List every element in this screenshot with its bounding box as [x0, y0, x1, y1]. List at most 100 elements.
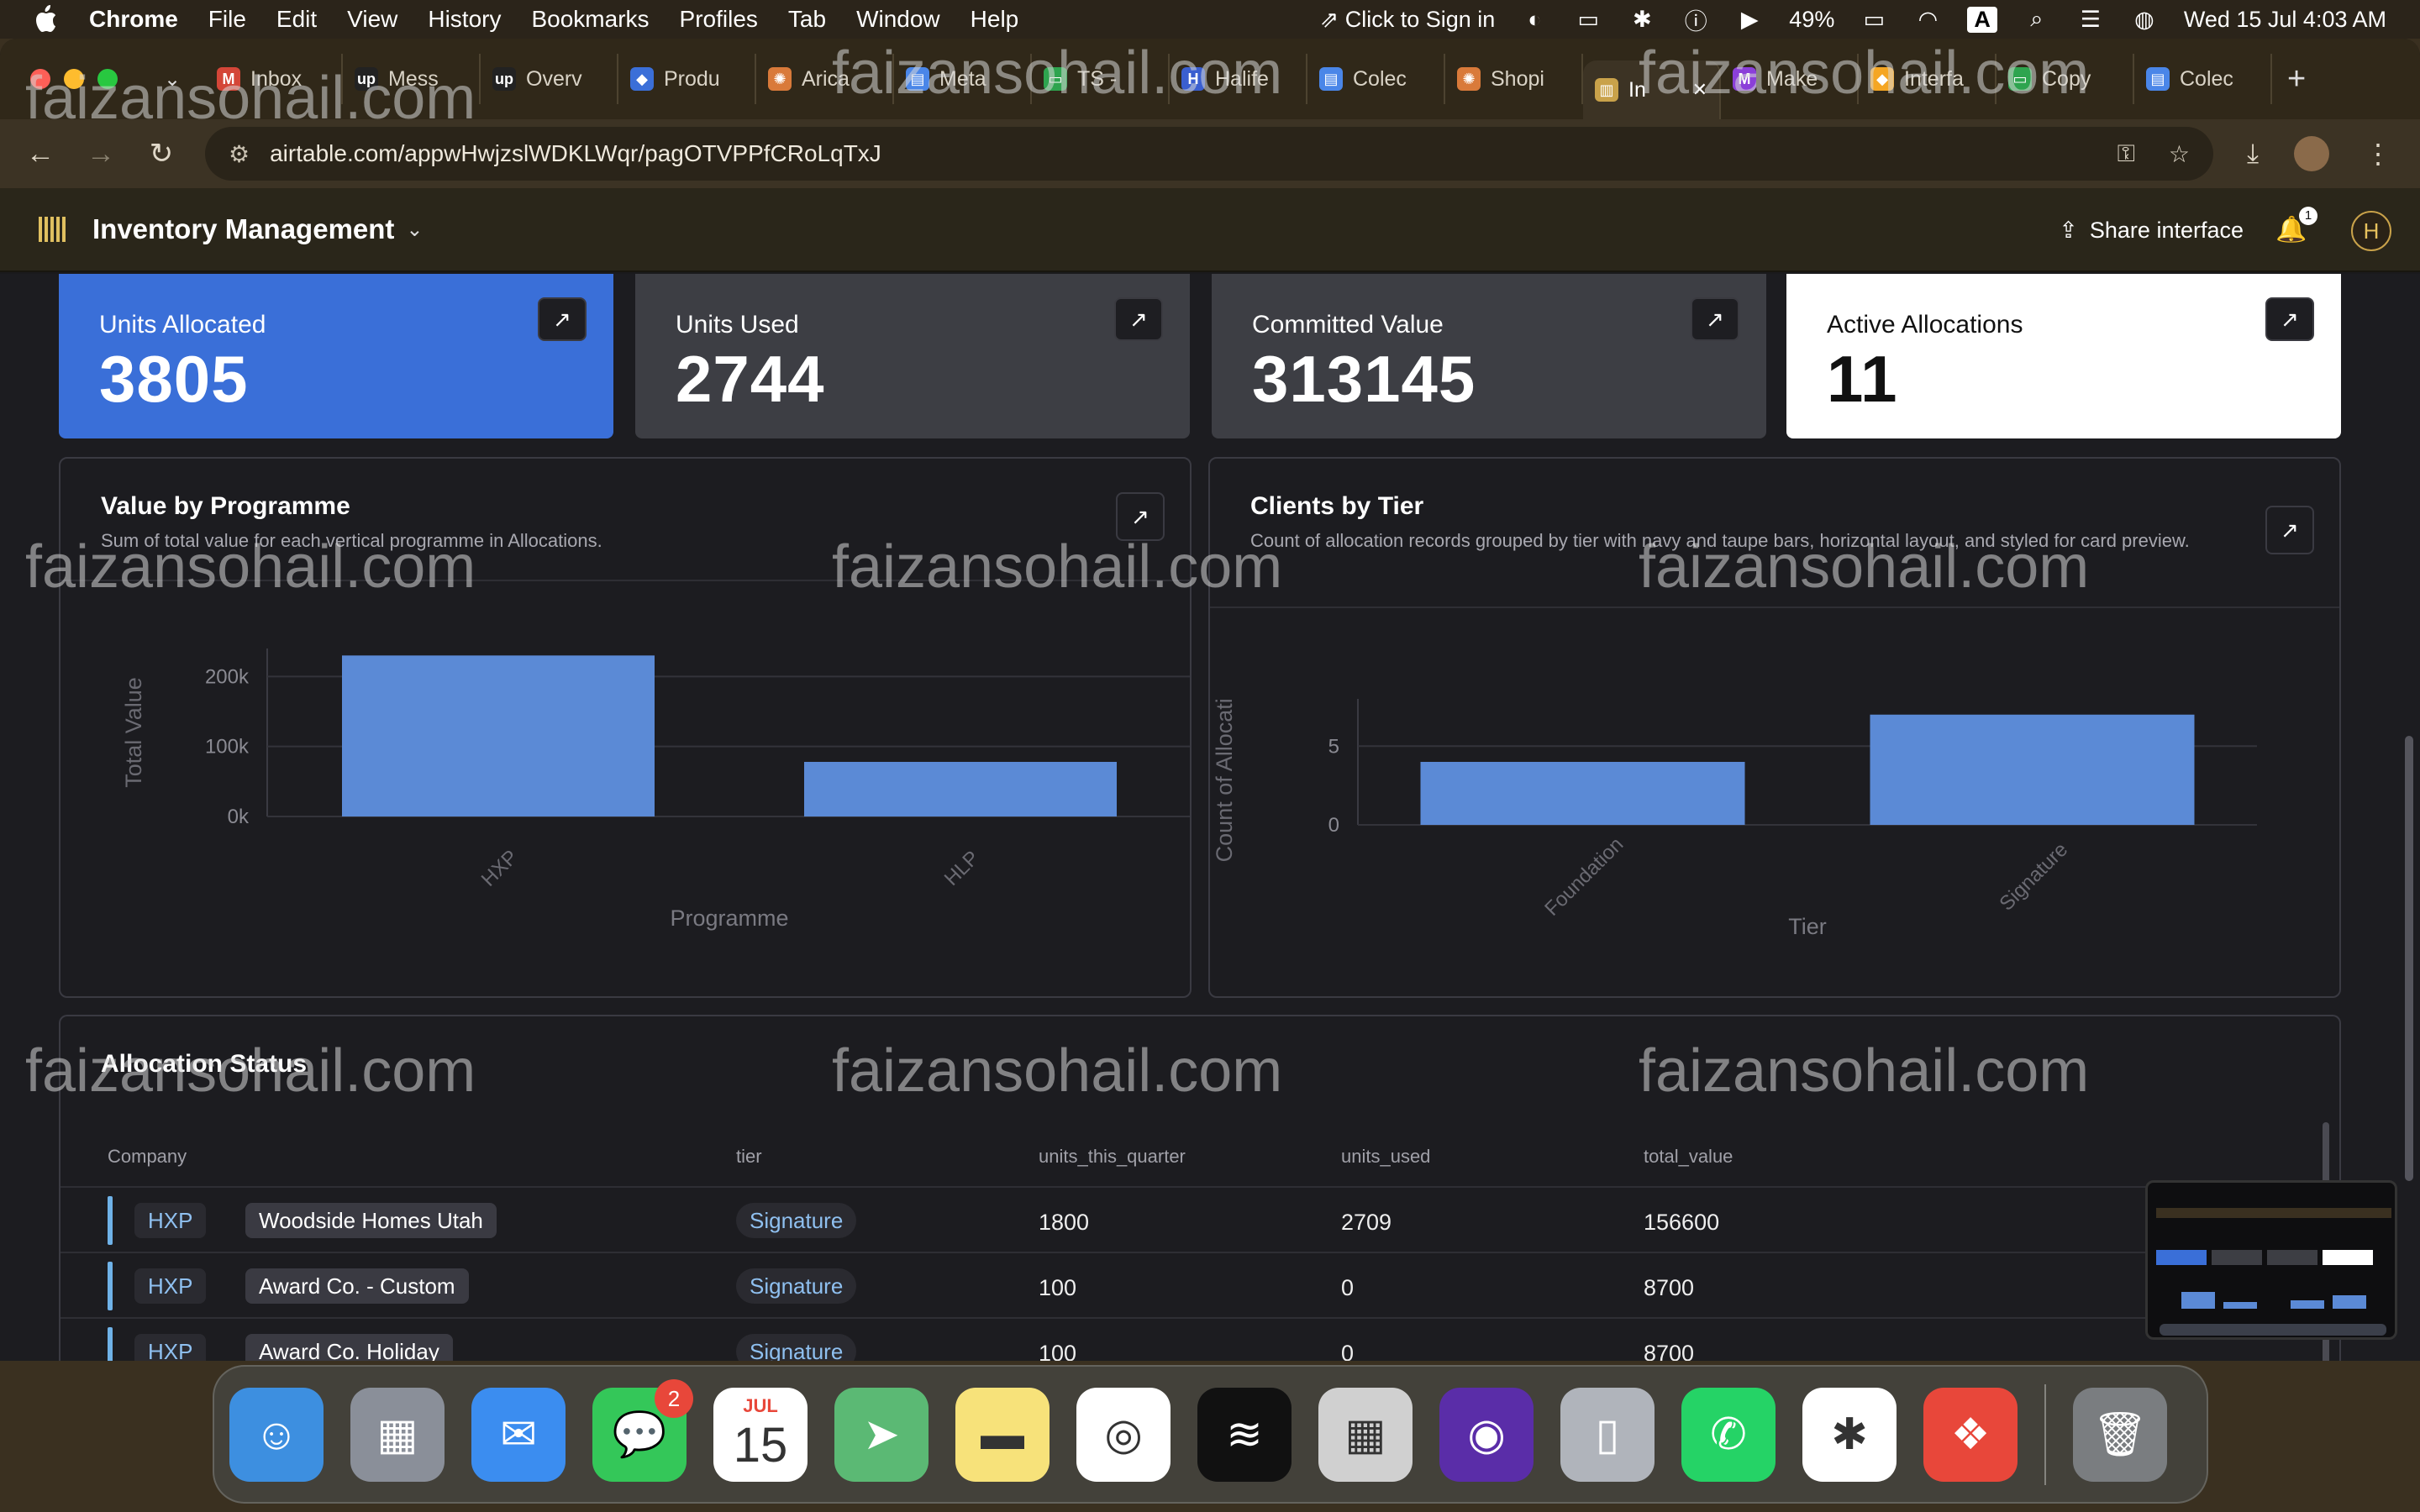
table-row[interactable]: HXP Award Co. Holiday Signature 100 0 8700 — [60, 1317, 2321, 1361]
browser-tab[interactable]: ▤ Colec — [1307, 54, 1445, 104]
menu-app-name[interactable]: Chrome — [89, 6, 178, 33]
notifications-bell-icon[interactable]: 🔔 1 — [2275, 207, 2317, 245]
menu-file[interactable]: File — [208, 6, 246, 33]
tab-label: Colec — [1353, 66, 1407, 91]
browser-tab[interactable]: ▤ Meta — [894, 54, 1032, 104]
dock-maps-icon[interactable]: ➤ — [834, 1387, 929, 1482]
dock-anydesk-icon[interactable]: ❖ — [1923, 1387, 2018, 1482]
minimize-window-button[interactable] — [64, 69, 84, 89]
menu-help[interactable]: Help — [971, 6, 1019, 33]
display-icon[interactable]: ▭ — [1574, 7, 1602, 32]
browser-tab[interactable]: ◆ Interfa — [1859, 54, 1996, 104]
menu-edit[interactable]: Edit — [276, 6, 317, 33]
url-text[interactable]: airtable.com/appwHwjzslWDKLWqr/pagOTVPPf… — [270, 140, 881, 167]
dock-mail-icon[interactable]: ✉ — [471, 1387, 566, 1482]
expand-arrow-icon[interactable]: ↗ — [2265, 506, 2314, 554]
focus-icon[interactable]: ◐ — [1520, 7, 1549, 32]
browser-tab[interactable]: ✺ Shopi — [1445, 54, 1583, 104]
stat-card[interactable]: Active Allocations 11 ↗ — [1786, 274, 2341, 438]
more-menu-icon[interactable]: ⋮ — [2365, 138, 2391, 170]
dock-spotify-icon[interactable]: ≋ — [1197, 1387, 1292, 1482]
download-icon[interactable]: ⤓ — [2247, 138, 2259, 170]
tab-search-button[interactable]: ⌄ — [151, 58, 193, 100]
browser-tab[interactable]: H Halife — [1170, 54, 1307, 104]
wifi-icon[interactable]: ◠ — [1913, 7, 1942, 32]
dock-launchpad-icon[interactable]: ▦ — [350, 1387, 445, 1482]
expand-arrow-icon[interactable]: ↗ — [1114, 297, 1163, 341]
expand-arrow-icon[interactable]: ↗ — [1691, 297, 1739, 341]
play-icon[interactable]: ▶ — [1735, 7, 1764, 32]
app-title[interactable]: Inventory Management — [92, 213, 394, 245]
column-header-units-this-quarter[interactable]: units_this_quarter — [1039, 1146, 1186, 1168]
menu-datetime[interactable]: Wed 15 Jul 4:03 AM — [2184, 7, 2386, 33]
share-interface-button[interactable]: ⇪ Share interface — [2059, 188, 2244, 272]
browser-tab[interactable]: ✺ Arica — [756, 54, 894, 104]
input-source[interactable]: A — [1967, 6, 1997, 33]
dock-chrome-icon[interactable]: ◎ — [1076, 1387, 1171, 1482]
column-header-units-used[interactable]: units_used — [1341, 1146, 1430, 1168]
vertical-scrollbar[interactable] — [2405, 736, 2413, 1181]
browser-tab[interactable]: ▭ TS - — [1032, 54, 1170, 104]
column-header-total-value[interactable]: total_value — [1644, 1146, 1733, 1168]
menu-tab[interactable]: Tab — [788, 6, 826, 33]
dock-iphone-mirroring-icon[interactable]: ▯ — [1560, 1387, 1655, 1482]
zoom-window-button[interactable] — [97, 69, 118, 89]
dock-calendar-icon[interactable]: JUL 15 — [713, 1387, 808, 1482]
back-button[interactable]: ← — [15, 129, 66, 179]
dock-slack-icon[interactable]: ✱ — [1802, 1387, 1897, 1482]
expand-arrow-icon[interactable]: ↗ — [2265, 297, 2314, 341]
sign-in-status[interactable]: ⇗ Click to Sign in — [1320, 7, 1496, 33]
user-avatar[interactable]: H — [2351, 211, 2391, 251]
browser-tab[interactable]: M Make — [1721, 54, 1859, 104]
control-center-icon[interactable]: ☰ — [2076, 7, 2105, 32]
bluetooth-icon[interactable]: ✱ — [1628, 7, 1656, 32]
new-tab-button[interactable]: + — [2287, 61, 2306, 97]
dock-notes-icon[interactable]: ▬ — [955, 1387, 1050, 1482]
siri-icon[interactable]: ◍ — [2130, 7, 2159, 32]
battery-percent[interactable]: 49% — [1789, 7, 1834, 33]
table-row[interactable]: HXP Woodside Homes Utah Signature 1800 2709 1… — [60, 1186, 2321, 1250]
browser-tab[interactable]: up Mess — [343, 54, 481, 104]
column-header-company[interactable]: Company — [108, 1146, 187, 1168]
menu-window[interactable]: Window — [856, 6, 940, 33]
menu-history[interactable]: History — [428, 6, 501, 33]
dock-calculator-icon[interactable]: ▦ — [1318, 1387, 1413, 1482]
close-window-button[interactable] — [30, 69, 50, 89]
menu-profiles[interactable]: Profiles — [680, 6, 758, 33]
tab-close-icon[interactable]: ✕ — [1692, 79, 1707, 101]
chevron-down-icon[interactable]: ⌄ — [406, 218, 423, 242]
browser-tab[interactable]: up Overv — [481, 54, 618, 104]
dock-finder-icon[interactable]: ☺ — [229, 1387, 324, 1482]
stat-card[interactable]: Units Allocated 3805 ↗ — [59, 274, 613, 438]
apple-icon[interactable] — [30, 4, 59, 34]
menu-view[interactable]: View — [347, 6, 397, 33]
column-header-tier[interactable]: tier — [736, 1146, 762, 1168]
tab-active[interactable]: ▥ In ✕ — [1583, 60, 1721, 119]
spotlight-search-icon[interactable]: ⌕ — [2023, 6, 2051, 32]
browser-tab[interactable]: M Inbox — [205, 54, 343, 104]
address-bar[interactable]: ⚙ airtable.com/appwHwjzslWDKLWqr/pagOTVP… — [205, 127, 2213, 181]
accessibility-icon[interactable]: ⓘ — [1681, 7, 1710, 34]
forward-button[interactable]: → — [76, 129, 126, 179]
y-tick-label: 100k — [205, 736, 250, 759]
expand-arrow-icon[interactable]: ↗ — [1116, 492, 1165, 541]
dock-firefox-icon[interactable]: ◉ — [1439, 1387, 1534, 1482]
stat-card[interactable]: Committed Value 313145 ↗ — [1212, 274, 1766, 438]
site-info-icon[interactable]: ⚙ — [229, 140, 250, 168]
screenshot-thumbnail[interactable] — [2145, 1180, 2397, 1340]
dock-trash-icon[interactable]: 🗑 — [2073, 1387, 2167, 1482]
reload-button[interactable]: ↻ — [136, 129, 187, 179]
expand-arrow-icon[interactable]: ↗ — [538, 297, 587, 341]
menu-bookmarks[interactable]: Bookmarks — [531, 6, 649, 33]
stat-card[interactable]: Units Used 2744 ↗ — [635, 274, 1190, 438]
browser-tab[interactable]: ◆ Produ — [618, 54, 756, 104]
profile-avatar[interactable] — [2294, 136, 2330, 171]
password-key-icon[interactable]: ⚿ — [2118, 140, 2135, 168]
browser-tab[interactable]: ▭ Copy — [1996, 54, 2134, 104]
dock-messages-icon[interactable]: 💬 2 — [592, 1378, 693, 1482]
browser-tab[interactable]: ▤ Colec — [2134, 54, 2272, 104]
table-row[interactable]: HXP Award Co. - Custom Signature 100 0 8700 — [60, 1252, 2321, 1315]
dock-whatsapp-icon[interactable]: ✆ — [1681, 1387, 1776, 1482]
dock-glyph: ▦ — [1344, 1410, 1386, 1459]
bookmark-star-icon[interactable]: ☆ — [2169, 140, 2190, 168]
